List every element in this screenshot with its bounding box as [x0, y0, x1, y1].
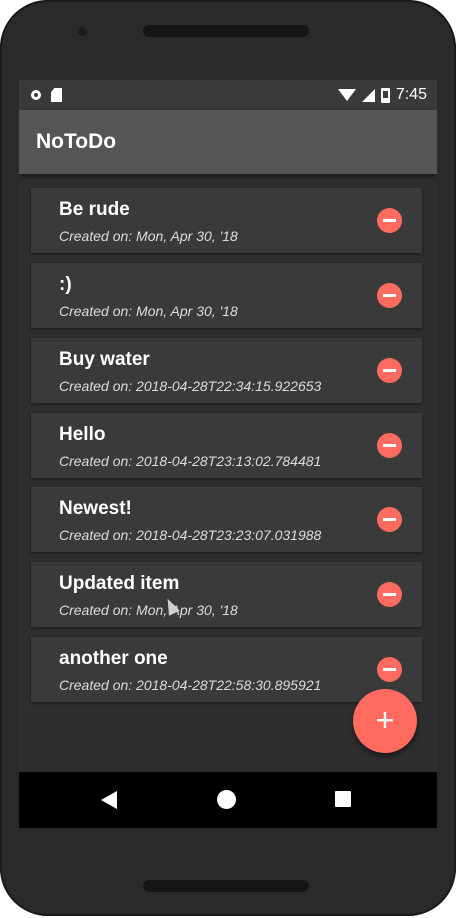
item-created-date: Created on: 2018-04-28T22:34:15.922653 — [59, 378, 322, 394]
remove-icon[interactable] — [377, 582, 402, 607]
list-item[interactable]: Be rude Created on: Mon, Apr 30, '18 — [31, 188, 422, 253]
remove-icon[interactable] — [377, 657, 402, 682]
list-item[interactable]: Updated item Created on: Mon, Apr 30, '1… — [31, 562, 422, 627]
status-left-icons — [31, 88, 62, 102]
list-item[interactable]: Newest! Created on: 2018-04-28T23:23:07.… — [31, 487, 422, 552]
item-created-date: Created on: 2018-04-28T22:58:30.895921 — [59, 677, 322, 693]
item-created-date: Created on: 2018-04-28T23:13:02.784481 — [59, 453, 322, 469]
battery-icon — [380, 87, 390, 103]
item-created-date: Created on: Mon, Apr 30, '18 — [59, 228, 238, 244]
back-icon[interactable] — [101, 791, 117, 809]
item-created-date: Created on: 2018-04-28T23:23:07.031988 — [59, 527, 322, 543]
screen: 7:45 NoToDo Be rude Created on: Mon, Apr… — [19, 80, 437, 828]
status-time: 7:45 — [395, 86, 427, 103]
list-item[interactable]: another one Created on: 2018-04-28T22:58… — [31, 637, 422, 702]
item-created-date: Created on: Mon, Apr 30, '18 — [59, 303, 238, 319]
bottom-speaker — [143, 880, 309, 892]
item-title: another one — [59, 648, 168, 669]
phone-frame: 7:45 NoToDo Be rude Created on: Mon, Apr… — [0, 0, 456, 916]
signal-icon — [361, 88, 375, 102]
top-speaker — [143, 25, 309, 37]
remove-icon[interactable] — [377, 208, 402, 233]
list-item[interactable]: Buy water Created on: 2018-04-28T22:34:1… — [31, 338, 422, 403]
list-item[interactable]: :) Created on: Mon, Apr 30, '18 — [31, 263, 422, 328]
list-item[interactable]: Hello Created on: 2018-04-28T23:13:02.78… — [31, 413, 422, 478]
status-bar: 7:45 — [19, 80, 437, 110]
recents-icon[interactable] — [335, 791, 351, 807]
item-title: :) — [59, 274, 72, 295]
remove-icon[interactable] — [377, 358, 402, 383]
home-icon[interactable] — [217, 790, 236, 809]
sd-card-icon — [51, 88, 62, 102]
item-title: Newest! — [59, 498, 132, 519]
item-title: Hello — [59, 424, 106, 445]
item-title: Updated item — [59, 573, 180, 594]
navigation-bar — [19, 772, 437, 828]
front-camera — [78, 27, 87, 36]
remove-icon[interactable] — [377, 433, 402, 458]
app-bar: NoToDo — [19, 110, 437, 174]
item-title: Buy water — [59, 349, 150, 370]
item-title: Be rude — [59, 199, 130, 220]
status-right-icons: 7:45 — [337, 86, 427, 104]
add-item-button[interactable]: + — [353, 689, 417, 753]
app-title: NoToDo — [36, 130, 117, 153]
circle-icon — [31, 90, 41, 100]
remove-icon[interactable] — [377, 283, 402, 308]
remove-icon[interactable] — [377, 507, 402, 532]
wifi-icon — [337, 89, 356, 101]
item-created-date: Created on: Mon, Apr 30, '18 — [59, 602, 238, 618]
